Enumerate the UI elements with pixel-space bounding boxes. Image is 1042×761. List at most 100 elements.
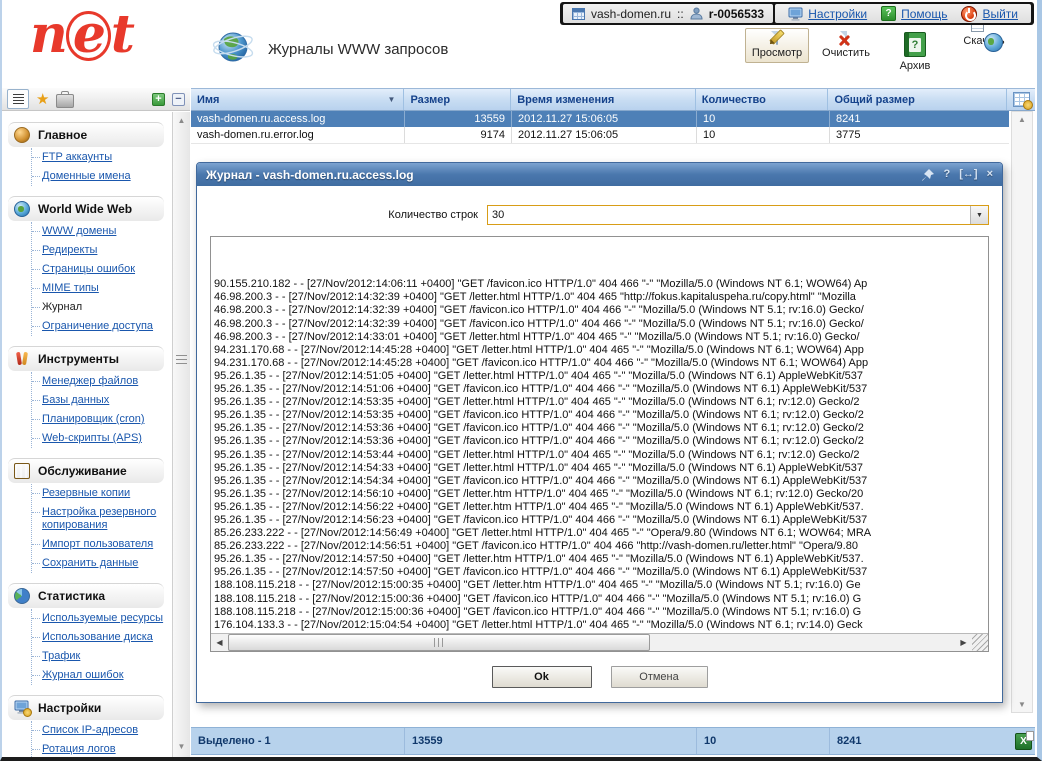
table-row-access-log[interactable]: vash-domen.ru.access.log 13559 2012.11.2… <box>191 111 1009 127</box>
column-header-mtime[interactable]: Время изменения <box>511 89 696 110</box>
sidebar-item-error-pages[interactable]: Страницы ошибок <box>32 260 170 279</box>
briefcase-icon[interactable] <box>56 94 74 108</box>
column-header-total[interactable]: Общий размер <box>828 89 1007 110</box>
dialog-titlebar[interactable]: Журнал - vash-domen.ru.access.log ? [↔] … <box>197 163 1002 186</box>
sidebar-link[interactable]: Ограничение доступа <box>42 320 153 332</box>
cell-name: vash-domen.ru.access.log <box>191 111 405 127</box>
sidebar-item-backup-settings[interactable]: Настройка резервного копирования <box>32 503 170 535</box>
section-header-www[interactable]: World Wide Web <box>8 196 164 221</box>
sidebar-item-cron[interactable]: Планировщик (cron) <box>32 410 170 429</box>
section-header-tools[interactable]: Инструменты <box>8 346 164 371</box>
dropdown-arrow-icon[interactable]: ▼ <box>970 206 988 224</box>
sidebar-item-redirects[interactable]: Редиректы <box>32 241 170 260</box>
view-button[interactable]: Просмотр <box>745 28 809 63</box>
sidebar-item-error-log[interactable]: Журнал ошибок <box>32 666 170 685</box>
dialog-help-icon[interactable]: ? <box>944 168 951 181</box>
sidebar-link[interactable]: Использование диска <box>42 631 153 643</box>
sidebar-link[interactable]: Доменные имена <box>42 170 131 182</box>
sidebar-link[interactable]: Страницы ошибок <box>42 263 135 275</box>
collapse-all-button[interactable]: − <box>172 93 185 106</box>
section-header-stats[interactable]: Статистика <box>8 583 164 608</box>
archive-button[interactable]: ? Архив <box>883 28 947 76</box>
sidebar-link[interactable]: Резервные копии <box>42 487 130 499</box>
settings-link-group[interactable]: Настройки <box>788 7 867 21</box>
sidebar-link[interactable]: Список IP-адресов <box>42 724 138 736</box>
sidebar-link[interactable]: Импорт пользователя <box>42 538 153 550</box>
sidebar-link[interactable]: Базы данных <box>42 394 109 406</box>
ok-button[interactable]: Ok <box>492 666 592 688</box>
table-scroll-up-icon[interactable]: ▲ <box>1012 115 1032 124</box>
log-line: 46.98.200.3 - - [27/Nov/2012:14:32:39 +0… <box>214 304 988 317</box>
help-link[interactable]: Помощь <box>901 7 947 21</box>
sidebar-item-disk-usage[interactable]: Использование диска <box>32 628 170 647</box>
sidebar-item-log-rotation[interactable]: Ротация логов <box>32 740 170 757</box>
dialog-expand-icon[interactable]: [↔] <box>959 168 977 181</box>
sidebar-link[interactable]: Планировщик (cron) <box>42 413 145 425</box>
log-horizontal-scrollbar[interactable]: ◀ ▶ <box>211 633 988 651</box>
expand-all-button[interactable]: + <box>152 93 165 106</box>
section-header-service[interactable]: Обслуживание <box>8 458 164 483</box>
sidebar-item-traffic[interactable]: Трафик <box>32 647 170 666</box>
logout-link[interactable]: Выйти <box>982 7 1018 21</box>
sidebar-item-databases[interactable]: Базы данных <box>32 391 170 410</box>
sidebar-link[interactable]: Журнал ошибок <box>42 669 124 681</box>
log-output[interactable]: 90.155.210.182 - - [27/Nov/2012:14:06:11… <box>211 237 988 633</box>
sidebar-item-backups[interactable]: Резервные копии <box>32 484 170 503</box>
sidebar-link[interactable]: Трафик <box>42 650 80 662</box>
help-link-group[interactable]: ? Помощь <box>881 6 947 21</box>
export-excel-icon[interactable]: X <box>1015 733 1032 750</box>
scrollbar-track[interactable] <box>228 634 955 651</box>
sidebar-scroll-up-icon[interactable]: ▲ <box>173 116 190 125</box>
settings-link[interactable]: Настройки <box>808 7 867 21</box>
sidebar-item-save-data[interactable]: Сохранить данные <box>32 554 170 573</box>
download-button[interactable]: Скачать <box>952 28 1016 51</box>
column-header-count[interactable]: Количество <box>696 89 829 110</box>
dialog-close-icon[interactable]: × <box>987 168 993 181</box>
column-header-name[interactable]: Имя ▼ <box>191 89 404 110</box>
favorites-star-icon[interactable]: ★ <box>36 92 49 107</box>
sidebar-item-mime[interactable]: MIME типы <box>32 279 170 298</box>
sidebar-scroll-down-icon[interactable]: ▼ <box>173 742 190 751</box>
sidebar-link[interactable]: Web-скрипты (APS) <box>42 432 142 444</box>
clear-button[interactable]: Очистить <box>814 28 878 63</box>
sidebar-item-ip-list[interactable]: Список IP-адресов <box>32 721 170 740</box>
log-line: 95.26.1.35 - - [27/Nov/2012:14:54:33 +04… <box>214 462 988 475</box>
rows-count-select[interactable]: 30 ▼ <box>487 205 989 225</box>
cancel-button[interactable]: Отмена <box>611 666 708 688</box>
sidebar-link[interactable]: Сохранить данные <box>42 557 138 569</box>
sidebar-link[interactable]: Менеджер файлов <box>42 375 138 387</box>
section-header-main[interactable]: Главное <box>8 122 164 147</box>
logout-link-group[interactable]: Выйти <box>961 6 1018 22</box>
menu-view-list-button[interactable] <box>7 89 29 109</box>
table-vertical-scrollbar[interactable]: ▲ ▼ <box>1011 111 1033 713</box>
table-row-error-log[interactable]: vash-domen.ru.error.log 9174 2012.11.27 … <box>191 127 1009 144</box>
sidebar-link[interactable]: Редиректы <box>42 244 97 256</box>
scroll-right-icon[interactable]: ▶ <box>955 634 972 651</box>
sidebar-item-domains[interactable]: Доменные имена <box>32 167 170 186</box>
sidebar-item-journal-current[interactable]: Журнал <box>32 298 170 317</box>
sidebar-item-resources[interactable]: Используемые ресурсы <box>32 609 170 628</box>
table-scroll-down-icon[interactable]: ▼ <box>1012 700 1032 709</box>
pin-icon[interactable] <box>921 168 935 182</box>
column-header-size[interactable]: Размер <box>404 89 511 110</box>
sidebar-link[interactable]: Ротация логов <box>42 743 116 755</box>
table-settings-icon[interactable] <box>1013 92 1030 107</box>
scrollbar-thumb[interactable] <box>228 634 650 651</box>
scroll-left-icon[interactable]: ◀ <box>211 634 228 651</box>
sidebar-link[interactable]: MIME типы <box>42 282 99 294</box>
sidebar-item-ftp[interactable]: FTP аккаунты <box>32 148 170 167</box>
sidebar-item-access-restrict[interactable]: Ограничение доступа <box>32 317 170 336</box>
sidebar-scrollbar[interactable]: ▲ ▼ <box>172 112 190 757</box>
sidebar-splitter-grip[interactable] <box>176 355 187 366</box>
sidebar-link[interactable]: Используемые ресурсы <box>42 612 163 624</box>
section-header-settings[interactable]: Настройки <box>8 695 164 720</box>
sidebar-link[interactable]: FTP аккаунты <box>42 151 112 163</box>
log-files-table: vash-domen.ru.access.log 13559 2012.11.2… <box>191 111 1009 144</box>
sidebar-link[interactable]: Настройка резервного копирования <box>42 506 156 531</box>
sidebar-item-user-import[interactable]: Импорт пользователя <box>32 535 170 554</box>
sidebar-item-file-manager[interactable]: Менеджер файлов <box>32 372 170 391</box>
sidebar-link[interactable]: WWW домены <box>42 225 116 237</box>
resize-grip[interactable] <box>972 634 988 651</box>
sidebar-item-aps[interactable]: Web-скрипты (APS) <box>32 429 170 448</box>
sidebar-item-www-domains[interactable]: WWW домены <box>32 222 170 241</box>
